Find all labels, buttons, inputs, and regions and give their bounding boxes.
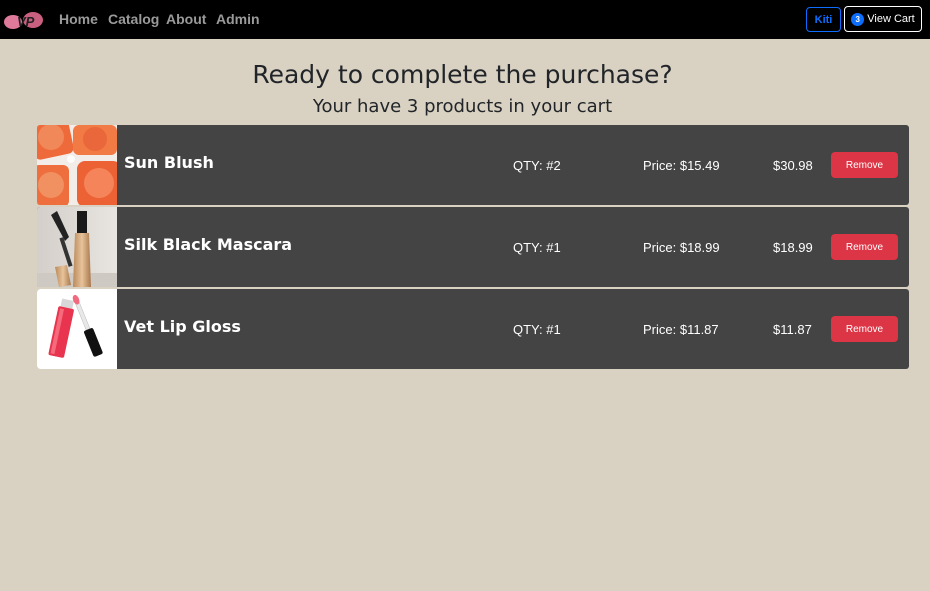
lip-gloss-icon (37, 289, 117, 369)
cart-item-row: Sun Blush QTY: #2 Price: $15.49 $30.98 R… (37, 125, 909, 205)
cart-item-row: Vet Lip Gloss QTY: #1 Price: $11.87 $11.… (37, 289, 909, 369)
page-subtitle: Your have 3 products in your cart (312, 96, 613, 117)
view-cart-label: View Cart (867, 13, 915, 25)
page-title: Ready to complete the purchase? (252, 60, 673, 89)
product-name[interactable]: Sun Blush (124, 153, 214, 172)
user-button[interactable]: Kiti (806, 7, 841, 32)
logo-icon[interactable]: VP (3, 8, 45, 32)
nav-home-link[interactable]: Home (59, 11, 98, 27)
product-price: Price: $18.99 (643, 240, 720, 255)
product-qty: QTY: #2 (513, 158, 561, 173)
product-price: Price: $11.87 (643, 322, 719, 337)
nav-about-link[interactable]: About (166, 11, 206, 27)
nav-catalog-link[interactable]: Catalog (108, 11, 159, 27)
nav-admin-link[interactable]: Admin (216, 11, 260, 27)
product-qty: QTY: #1 (513, 322, 561, 337)
view-cart-button[interactable]: 3 View Cart (844, 6, 922, 32)
product-name[interactable]: Silk Black Mascara (124, 235, 292, 254)
cart-item-row: Silk Black Mascara QTY: #1 Price: $18.99… (37, 207, 909, 287)
blush-icon (37, 125, 117, 205)
svg-text:VP: VP (17, 14, 35, 29)
navbar: VP Home Catalog About Admin Kiti 3 View … (0, 0, 930, 39)
product-total: $30.98 (773, 158, 813, 173)
product-total: $11.87 (773, 322, 812, 337)
remove-button[interactable]: Remove (831, 152, 898, 178)
product-name[interactable]: Vet Lip Gloss (124, 317, 241, 336)
remove-button[interactable]: Remove (831, 316, 898, 342)
product-total: $18.99 (773, 240, 813, 255)
cart-count-badge: 3 (851, 12, 865, 26)
product-price: Price: $15.49 (643, 158, 720, 173)
product-qty: QTY: #1 (513, 240, 561, 255)
remove-button[interactable]: Remove (831, 234, 898, 260)
mascara-icon (37, 207, 117, 287)
